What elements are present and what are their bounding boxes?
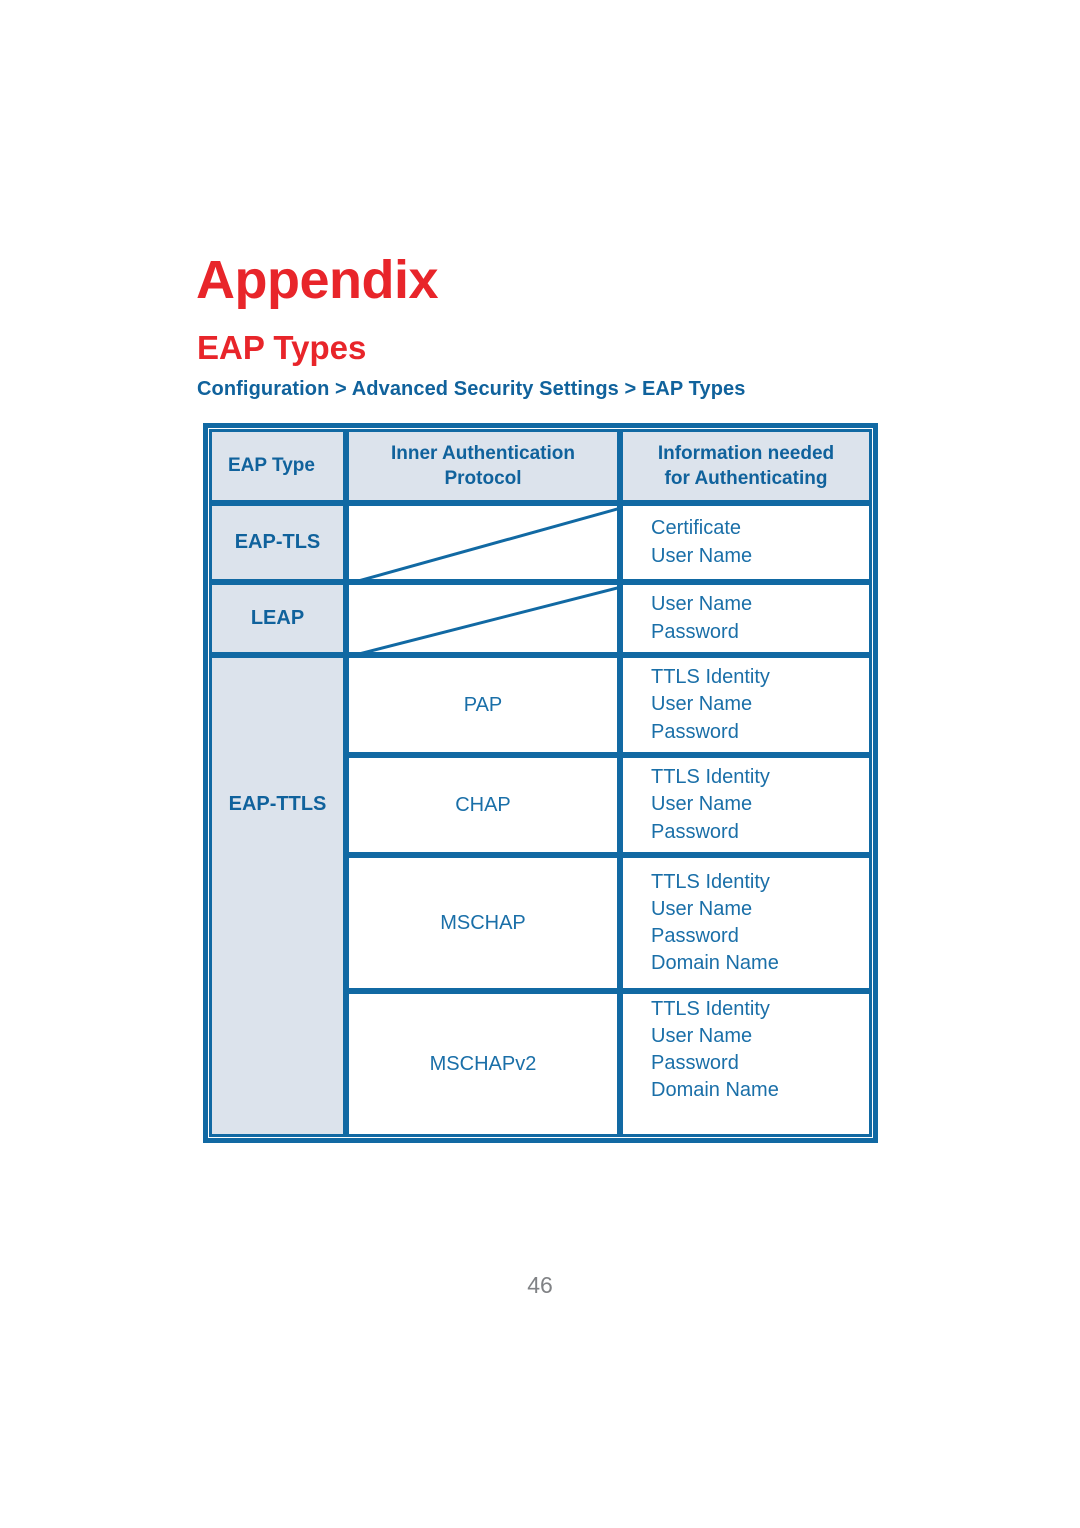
protocol-label-mschapv2: MSCHAPv2: [429, 1052, 537, 1075]
info-item: Password: [651, 720, 739, 743]
info-item: User Name: [651, 1024, 753, 1047]
table-cell-protocol-pap: PAP: [346, 655, 620, 755]
info-item: Domain Name: [651, 1079, 779, 1102]
header-information-line1: Information needed: [657, 442, 835, 464]
info-item: Domain Name: [651, 952, 779, 975]
info-item: Password: [651, 820, 739, 843]
table-header-inner-protocol: Inner Authentication Protocol: [346, 429, 620, 503]
protocol-label-mschap: MSCHAP: [440, 911, 526, 934]
table-cell-eap-type-leap: LEAP: [209, 582, 346, 655]
table-cell-information-mschap: TTLS Identity User Name Password Domain …: [620, 855, 872, 991]
diagonal-strike-icon: [360, 586, 617, 652]
header-information-line2: for Authenticating: [664, 468, 828, 489]
header-inner-protocol-line1: Inner Authentication: [390, 442, 576, 464]
page-canvas: Appendix EAP Types Configuration > Advan…: [0, 0, 1080, 1528]
diagonal-strike-icon: [359, 507, 617, 579]
table-cell-information-chap: TTLS Identity User Name Password: [620, 755, 872, 855]
info-item: User Name: [651, 693, 753, 716]
header-inner-protocol-line2: Protocol: [444, 468, 522, 489]
info-item: Password: [651, 1052, 739, 1074]
table-cell-information-mschapv2: TTLS Identity User Name Password Domain …: [620, 991, 872, 1137]
eap-type-label-leap: LEAP: [250, 607, 305, 629]
table-cell-protocol-mschapv2: MSCHAPv2: [346, 991, 620, 1137]
info-item: User Name: [651, 544, 753, 567]
header-eap-type-label: EAP Type: [228, 455, 315, 477]
eap-types-table: EAP Type Inner Authentication Protocol I…: [203, 423, 878, 1143]
table-header-information: Information needed for Authenticating: [620, 429, 872, 503]
section-title-eap-types: EAP Types: [197, 329, 367, 366]
info-item: TTLS Identity: [651, 997, 770, 1020]
info-item: User Name: [651, 793, 753, 816]
page-title-appendix: Appendix: [196, 250, 439, 310]
info-item: Password: [651, 620, 739, 643]
info-item: TTLS Identity: [651, 766, 770, 789]
page-number: 46: [527, 1272, 553, 1298]
eap-type-label-eap-ttls: EAP-TTLS: [228, 792, 327, 815]
table-cell-protocol-eap-tls: [346, 503, 620, 582]
eap-type-label-eap-tls: EAP-TLS: [234, 531, 321, 553]
table-cell-information-pap: TTLS Identity User Name Password: [620, 655, 872, 755]
info-item: User Name: [651, 897, 753, 920]
table-cell-protocol-mschap: MSCHAP: [346, 855, 620, 991]
info-item: User Name: [651, 593, 753, 616]
table-grid: EAP Type Inner Authentication Protocol I…: [203, 423, 878, 1143]
table-cell-eap-type-eap-ttls: EAP-TTLS: [209, 655, 346, 1137]
table-cell-information-eap-tls: Certificate User Name: [620, 503, 872, 582]
protocol-label-chap: CHAP: [455, 793, 511, 816]
table-header-eap-type: EAP Type: [209, 429, 346, 503]
table-cell-information-leap: User Name Password: [620, 582, 872, 655]
table-cell-protocol-leap: [346, 582, 620, 655]
protocol-label-pap: PAP: [463, 693, 503, 716]
info-item: Password: [651, 925, 739, 947]
table-cell-eap-type-eap-tls: EAP-TLS: [209, 503, 346, 582]
info-item: TTLS Identity: [651, 870, 770, 893]
table-cell-protocol-chap: CHAP: [346, 755, 620, 855]
info-item: TTLS Identity: [651, 666, 770, 689]
info-item: Certificate: [651, 517, 742, 540]
breadcrumb: Configuration > Advanced Security Settin…: [197, 378, 746, 400]
